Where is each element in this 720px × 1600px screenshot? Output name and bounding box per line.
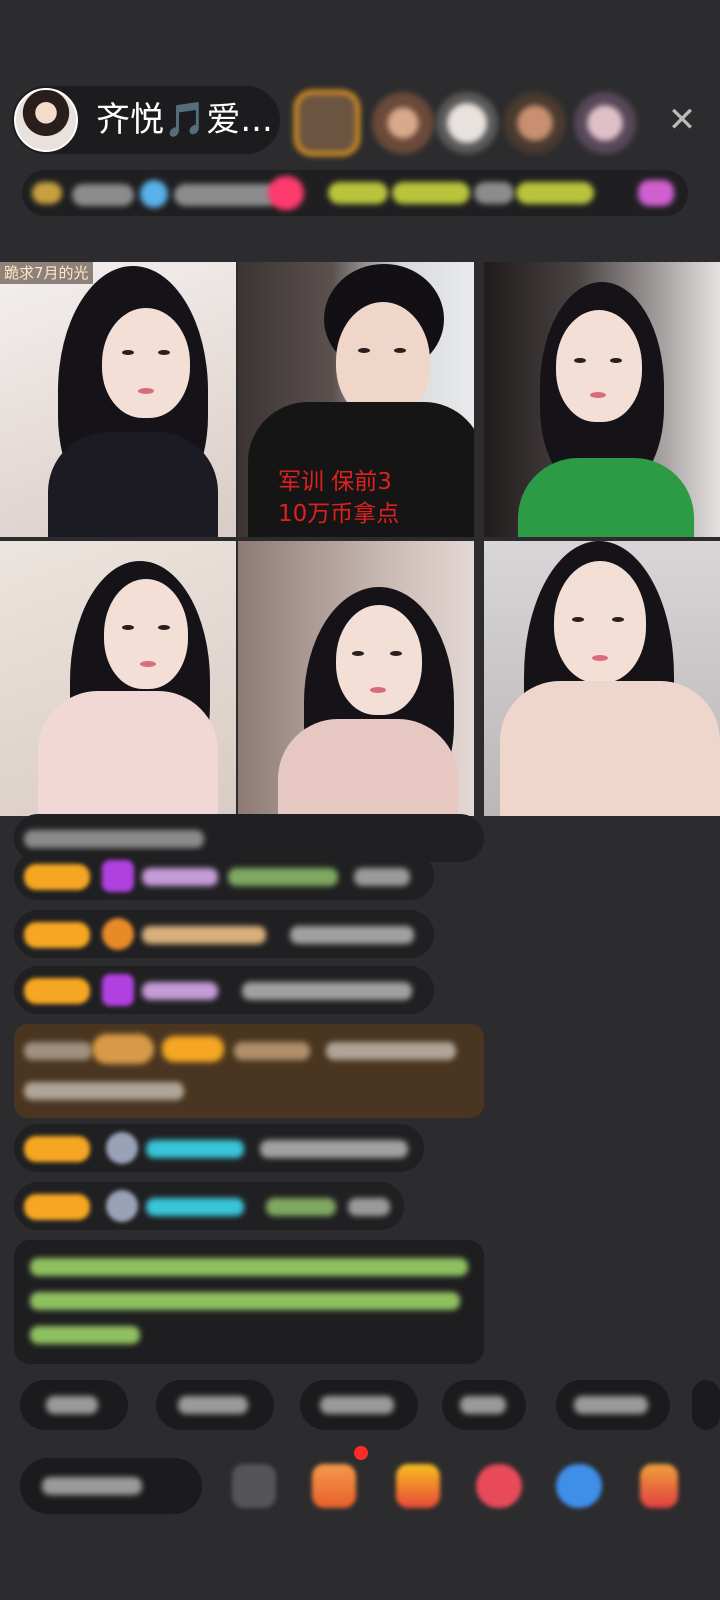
chat-message-4	[14, 966, 434, 1014]
guest-2-overlay-line1: 军训 保前3	[278, 469, 392, 495]
host-name: 齐悦🎵爱...	[96, 100, 273, 140]
host-avatar[interactable]	[14, 88, 78, 152]
chat-text	[260, 1140, 408, 1158]
gift-badge	[92, 1034, 154, 1064]
follow-icon[interactable]	[268, 176, 304, 210]
notification-dot	[354, 1446, 368, 1460]
multi-guest-video-grid: 跪求7月的光 军训 保前3 10万币拿点	[0, 262, 720, 816]
chip-label	[320, 1396, 394, 1414]
host-info-pill[interactable]: 齐悦🎵爱...	[12, 86, 280, 154]
guest-video-6[interactable]	[484, 541, 720, 816]
user-avatar-icon	[106, 1190, 138, 1222]
notice-line-3	[30, 1326, 140, 1344]
gift-text-2	[24, 1082, 184, 1100]
gift-box-icon[interactable]	[312, 1464, 356, 1508]
chip-label	[178, 1396, 248, 1414]
level-badge	[24, 1136, 90, 1162]
game-icon[interactable]	[556, 1464, 602, 1508]
chat-text	[266, 1198, 336, 1216]
chat-text	[24, 830, 204, 848]
chat-input-placeholder	[42, 1477, 142, 1495]
chat-text	[242, 982, 412, 1000]
chip-label	[574, 1396, 648, 1414]
chat-text	[354, 868, 410, 886]
red-packet-icon[interactable]	[640, 1464, 678, 1508]
pk-icon[interactable]	[476, 1464, 522, 1508]
chat-text	[290, 926, 414, 944]
chat-message-6	[14, 1182, 404, 1230]
guest-video-1[interactable]: 跪求7月的光	[0, 262, 236, 537]
fan-gem-icon	[102, 974, 134, 1006]
system-notice	[14, 1240, 484, 1364]
quick-chip-1[interactable]	[20, 1380, 128, 1430]
viewer-avatar-2[interactable]	[372, 92, 434, 154]
tag-4[interactable]	[516, 182, 594, 204]
guest-video-4[interactable]	[0, 541, 236, 816]
stat-text-2	[174, 184, 278, 206]
gift-text	[326, 1042, 456, 1060]
treasure-icon[interactable]	[396, 1464, 440, 1508]
guest-video-3[interactable]	[484, 262, 720, 537]
tag-2[interactable]	[392, 182, 470, 204]
chat-text	[348, 1198, 390, 1216]
chat-username[interactable]	[142, 868, 218, 886]
tag-3[interactable]	[474, 182, 514, 204]
level-badge	[24, 978, 90, 1004]
viewer-avatar-5[interactable]	[574, 92, 636, 154]
guest-1-tag: 跪求7月的光	[0, 262, 93, 284]
quick-chip-4[interactable]	[442, 1380, 526, 1430]
close-icon[interactable]: ✕	[660, 98, 704, 142]
notice-line-1	[30, 1258, 468, 1276]
guest-video-5[interactable]	[238, 541, 474, 816]
quick-chip-3[interactable]	[300, 1380, 418, 1430]
tag-1[interactable]	[328, 182, 388, 204]
chip-label	[460, 1396, 506, 1414]
guest-video-2[interactable]: 军训 保前3 10万币拿点	[238, 262, 474, 537]
fan-badge-icon	[102, 918, 134, 950]
bar-end-icon[interactable]	[638, 180, 674, 206]
level-badge	[24, 922, 90, 948]
viewer-avatar-3[interactable]	[436, 92, 498, 154]
rank-badge[interactable]	[32, 182, 62, 204]
fan-gem-icon	[102, 860, 134, 892]
chat-message-3	[14, 910, 434, 958]
level-badge	[162, 1036, 224, 1062]
guest-2-overlay-line2: 10万币拿点	[278, 501, 400, 527]
chat-text	[228, 868, 338, 886]
chat-username[interactable]	[142, 982, 218, 1000]
viewer-avatar-1[interactable]	[294, 90, 360, 156]
quick-chip-2[interactable]	[156, 1380, 274, 1430]
gift-sender[interactable]	[24, 1042, 92, 1060]
more-icon[interactable]	[232, 1464, 276, 1508]
viewer-avatar-4[interactable]	[504, 92, 566, 154]
gift-message	[14, 1024, 484, 1118]
notice-line-2	[30, 1292, 460, 1310]
chat-username[interactable]	[142, 926, 266, 944]
chat-message-2	[14, 852, 434, 900]
chat-input[interactable]	[20, 1458, 202, 1514]
chat-message-5	[14, 1124, 424, 1172]
chat-username[interactable]	[146, 1198, 244, 1216]
user-avatar-icon	[106, 1132, 138, 1164]
level-badge	[24, 1194, 90, 1220]
quick-chip-6[interactable]	[692, 1380, 720, 1430]
quick-chip-5[interactable]	[556, 1380, 670, 1430]
heat-icon	[140, 180, 168, 208]
chip-label	[46, 1396, 98, 1414]
room-stats-bar[interactable]	[22, 170, 688, 216]
level-badge	[24, 864, 90, 890]
stat-text-1	[72, 184, 134, 206]
gift-username[interactable]	[234, 1042, 310, 1060]
chat-username[interactable]	[146, 1140, 244, 1158]
